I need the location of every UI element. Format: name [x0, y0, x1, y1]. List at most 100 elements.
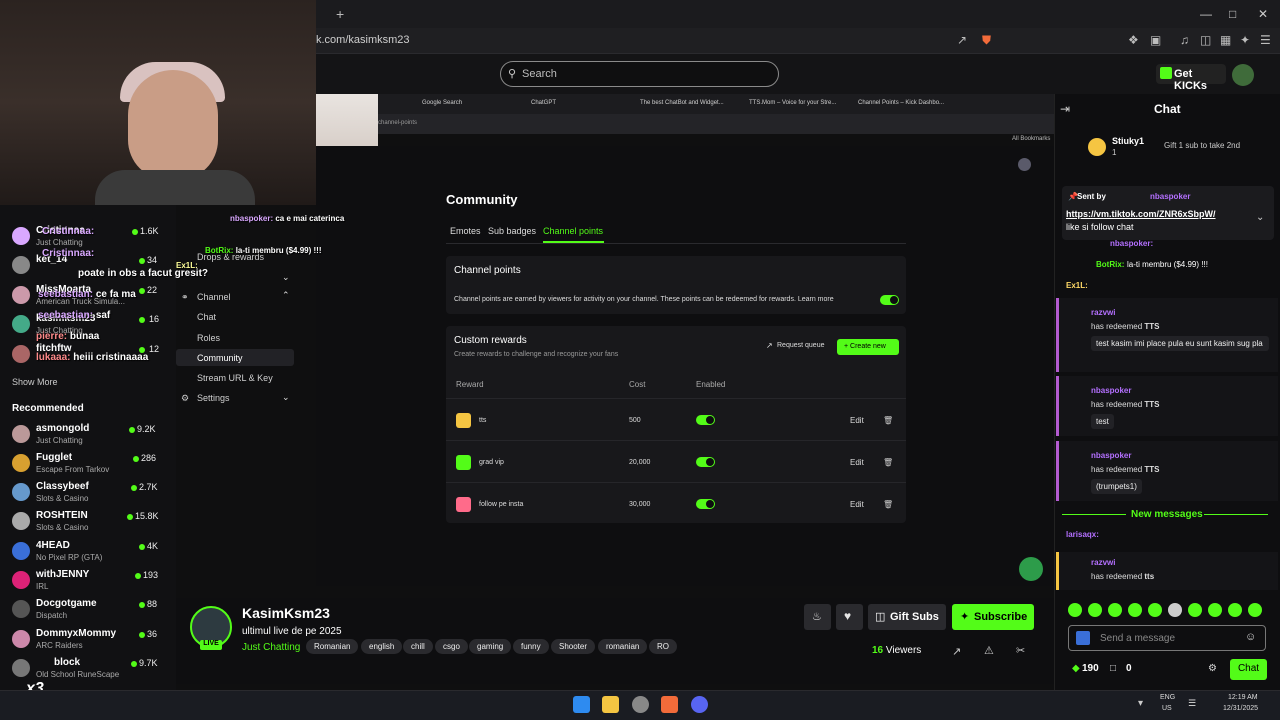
chat-username[interactable]: BotRix:: [1096, 260, 1124, 269]
dash-chat[interactable]: Chat: [197, 312, 216, 322]
emote-icon[interactable]: [1228, 603, 1242, 617]
sidebar-icon[interactable]: ◫: [1200, 33, 1211, 47]
dash-stream-url[interactable]: Stream URL & Key: [197, 373, 273, 383]
tag[interactable]: english: [361, 639, 403, 654]
chevron-down-icon[interactable]: ⌄: [282, 392, 290, 403]
dashboard-avatar[interactable]: [1018, 158, 1031, 171]
lang-1[interactable]: ENG: [1160, 694, 1175, 701]
file-explorer-icon[interactable]: [602, 696, 619, 713]
chat-username[interactable]: nbaspoker:: [1110, 239, 1153, 248]
dash-community[interactable]: Community: [197, 353, 243, 363]
maximize-icon[interactable]: □: [1229, 7, 1236, 21]
dash-settings[interactable]: Settings: [197, 393, 230, 403]
reward-edit-button[interactable]: Edit: [850, 458, 864, 467]
trash-icon[interactable]: 🗑: [883, 458, 893, 467]
share-icon[interactable]: ↗: [957, 33, 967, 47]
emote-icon[interactable]: [1168, 603, 1182, 617]
tag[interactable]: Shooter: [551, 639, 596, 654]
chevron-down-icon[interactable]: ⌄: [282, 272, 290, 283]
inner-tab-channel-points[interactable]: Channel Points – Kick Dashbo...: [858, 100, 944, 106]
sidebar-recommended-channel[interactable]: Docgotgame Dispatch 88: [0, 596, 176, 625]
tag[interactable]: gaming: [469, 639, 512, 654]
tag[interactable]: csgo: [435, 639, 468, 654]
tab-sub-badges[interactable]: Sub badges: [488, 226, 536, 236]
all-bookmarks[interactable]: All Bookmarks: [1012, 136, 1050, 142]
windows-start-icon[interactable]: [573, 696, 590, 713]
brave-icon[interactable]: [661, 696, 678, 713]
wallet-icon[interactable]: ▣: [1150, 33, 1161, 47]
sidebar-recommended-channel[interactable]: 4HEAD No Pixel RP (GTA) 4K: [0, 538, 176, 567]
emote-icon[interactable]: [1068, 603, 1082, 617]
inner-tab-chatgpt[interactable]: ChatGPT: [531, 100, 556, 106]
emote-icon[interactable]: [1108, 603, 1122, 617]
brave-shield-icon[interactable]: ⛊: [982, 33, 991, 48]
inner-tab-google[interactable]: Google Search: [422, 100, 462, 106]
media-icon[interactable]: ♫: [1180, 33, 1189, 47]
create-new-button[interactable]: + Create new: [837, 339, 899, 355]
user-avatar[interactable]: [1232, 64, 1254, 86]
gift-prompt[interactable]: Gift 1 sub to take 2nd: [1164, 141, 1240, 150]
tab-emotes[interactable]: Emotes: [450, 226, 481, 236]
notification-button[interactable]: ♨: [804, 604, 831, 630]
close-icon[interactable]: ✕: [1258, 7, 1268, 21]
sidebar-recommended-channel[interactable]: DommyxMommy ARC Raiders 36: [0, 626, 176, 655]
chevron-up-icon[interactable]: ⌃: [282, 290, 290, 301]
emote-icon[interactable]: [1208, 603, 1222, 617]
discord-icon[interactable]: [691, 696, 708, 713]
stream-category[interactable]: Just Chatting: [242, 642, 300, 653]
channel-name[interactable]: KasimKsm23: [242, 605, 330, 621]
emoji-icon[interactable]: ☺: [1245, 631, 1256, 643]
show-more-link[interactable]: Show More: [12, 377, 58, 387]
tag[interactable]: romanian: [598, 639, 648, 654]
collapse-chat-icon[interactable]: ⇥: [1060, 102, 1070, 116]
dash-roles[interactable]: Roles: [197, 333, 220, 343]
lang-2[interactable]: US: [1162, 705, 1172, 712]
sidebar-recommended-channel[interactable]: ROSHTEIN Slots & Casino 15.8K: [0, 508, 176, 537]
gift-subs-button[interactable]: ◫ Gift Subs: [868, 604, 946, 630]
tag[interactable]: funny: [513, 639, 549, 654]
gear-icon[interactable]: ⚙: [1208, 663, 1217, 674]
sidebar-recommended-channel[interactable]: Fugglet Escape From Tarkov 286: [0, 450, 176, 479]
clip-icon[interactable]: ✂: [1016, 644, 1025, 657]
sidebar-recommended-channel[interactable]: withJENNY IRL 193: [0, 567, 176, 596]
minimize-icon[interactable]: —: [1200, 7, 1212, 21]
wallet2-icon[interactable]: ▦: [1220, 33, 1231, 47]
tag[interactable]: chill: [403, 639, 433, 654]
sidebar-recommended-channel[interactable]: asmongold Just Chatting 9.2K: [0, 421, 176, 450]
top-gifter-name[interactable]: Stiuky1: [1112, 136, 1144, 146]
menu-icon[interactable]: ☰: [1260, 33, 1271, 47]
points-count[interactable]: 190: [1082, 663, 1099, 674]
dash-channel[interactable]: Channel: [197, 292, 231, 302]
emote-icon[interactable]: [1248, 603, 1262, 617]
new-tab-button[interactable]: +: [336, 6, 344, 22]
inner-url[interactable]: channel-points: [378, 120, 417, 126]
channel-points-toggle[interactable]: [880, 295, 899, 305]
chat-username[interactable]: larisaqx:: [1066, 530, 1099, 539]
trash-icon[interactable]: 🗑: [883, 500, 893, 509]
emote-icon[interactable]: [1188, 603, 1202, 617]
obs-icon[interactable]: [632, 696, 649, 713]
reward-enabled-toggle[interactable]: [696, 499, 715, 509]
extensions-icon[interactable]: ❖: [1128, 33, 1139, 47]
reward-enabled-toggle[interactable]: [696, 457, 715, 467]
request-queue-button[interactable]: Request queue: [777, 342, 824, 349]
inner-tab-tts[interactable]: TTS.Mom – Voice for your Stre...: [749, 100, 836, 106]
chevron-down-icon[interactable]: ⌄: [1256, 212, 1264, 223]
reward-edit-button[interactable]: Edit: [850, 500, 864, 509]
pinned-link[interactable]: https://vm.tiktok.com/ZNR6xSbpW/: [1066, 209, 1216, 219]
tag[interactable]: RO: [649, 639, 677, 654]
microphone-icon[interactable]: ▾: [1138, 698, 1143, 709]
reward-enabled-toggle[interactable]: [696, 415, 715, 425]
inner-tab-chatbot[interactable]: The best ChatBot and Widget...: [640, 100, 724, 106]
support-chat-icon[interactable]: [1019, 557, 1043, 581]
chat-username[interactable]: Ex1L:: [1066, 281, 1088, 290]
reward-edit-button[interactable]: Edit: [850, 416, 864, 425]
kicks-count[interactable]: 0: [1126, 663, 1132, 674]
emote-icon[interactable]: [1128, 603, 1142, 617]
report-icon[interactable]: ⚠: [984, 644, 994, 657]
emote-icon[interactable]: [1088, 603, 1102, 617]
taskbar-date[interactable]: 12/31/2025: [1223, 705, 1258, 712]
pinned-user[interactable]: nbaspoker: [1150, 192, 1190, 201]
tag[interactable]: Romanian: [306, 639, 359, 654]
send-chat-button[interactable]: Chat: [1230, 659, 1267, 680]
